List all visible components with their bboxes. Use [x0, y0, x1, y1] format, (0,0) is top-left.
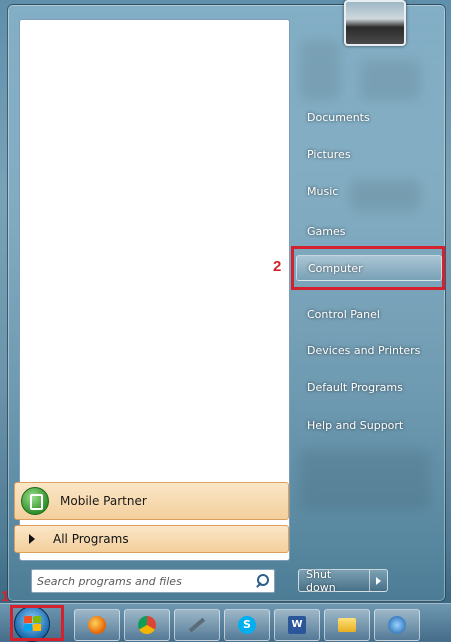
pinned-app-label: Mobile Partner — [60, 494, 147, 508]
menu-item-label: Games — [307, 224, 346, 238]
callout-box-start — [10, 605, 64, 641]
all-programs-label: All Programs — [53, 532, 129, 546]
menu-item-help-and-support[interactable]: Help and Support — [296, 412, 442, 438]
menu-item-music[interactable]: Music — [296, 178, 442, 204]
menu-item-label: Pictures — [307, 147, 351, 161]
taskbar-app-explorer[interactable] — [324, 609, 370, 641]
menu-item-label: Default Programs — [307, 380, 403, 394]
taskbar-app-chrome[interactable] — [124, 609, 170, 641]
menu-item-devices-and-printers[interactable]: Devices and Printers — [296, 337, 442, 363]
word-icon: W — [288, 616, 306, 634]
magnifier-icon[interactable] — [252, 572, 274, 590]
menu-item-label: Documents — [307, 110, 370, 124]
taskbar-app-tools[interactable] — [174, 609, 220, 641]
programs-pane — [19, 19, 290, 561]
mobile-partner-icon — [21, 487, 49, 515]
shutdown-button[interactable]: Shut down — [298, 567, 388, 594]
taskbar-app-skype[interactable]: S — [224, 609, 270, 641]
menu-item-default-programs[interactable]: Default Programs — [296, 374, 442, 400]
pinned-app-mobile-partner[interactable]: Mobile Partner — [14, 482, 289, 520]
tools-icon — [188, 617, 206, 633]
all-programs-button[interactable]: All Programs — [14, 525, 289, 553]
shutdown-options-button[interactable] — [368, 570, 387, 591]
taskbar-app-word[interactable]: W — [274, 609, 320, 641]
search-box[interactable] — [31, 569, 275, 593]
menu-item-label: Devices and Printers — [307, 343, 421, 357]
user-avatar[interactable] — [344, 0, 406, 46]
chrome-icon — [138, 616, 156, 634]
skype-icon: S — [238, 616, 256, 634]
menu-item-label: Control Panel — [307, 307, 380, 321]
menu-item-pictures[interactable]: Pictures — [296, 141, 442, 167]
menu-item-control-panel[interactable]: Control Panel — [296, 301, 442, 327]
taskbar-app-firefox[interactable] — [74, 609, 120, 641]
media-player-icon — [388, 616, 406, 634]
taskbar-app-media-player[interactable] — [374, 609, 420, 641]
firefox-icon — [88, 616, 106, 634]
menu-item-label: Music — [307, 184, 339, 198]
callout-number-1: 1 — [1, 588, 10, 605]
search-input[interactable] — [32, 571, 252, 591]
shutdown-label: Shut down — [306, 567, 336, 594]
folder-icon — [338, 618, 356, 632]
menu-item-label: Help and Support — [307, 418, 404, 432]
menu-item-games[interactable]: Games — [296, 218, 442, 244]
arrow-right-icon — [29, 534, 35, 544]
callout-number-2: 2 — [273, 258, 282, 275]
callout-box-computer — [291, 246, 445, 290]
menu-item-documents[interactable]: Documents — [296, 104, 442, 130]
chevron-right-icon — [375, 576, 381, 585]
